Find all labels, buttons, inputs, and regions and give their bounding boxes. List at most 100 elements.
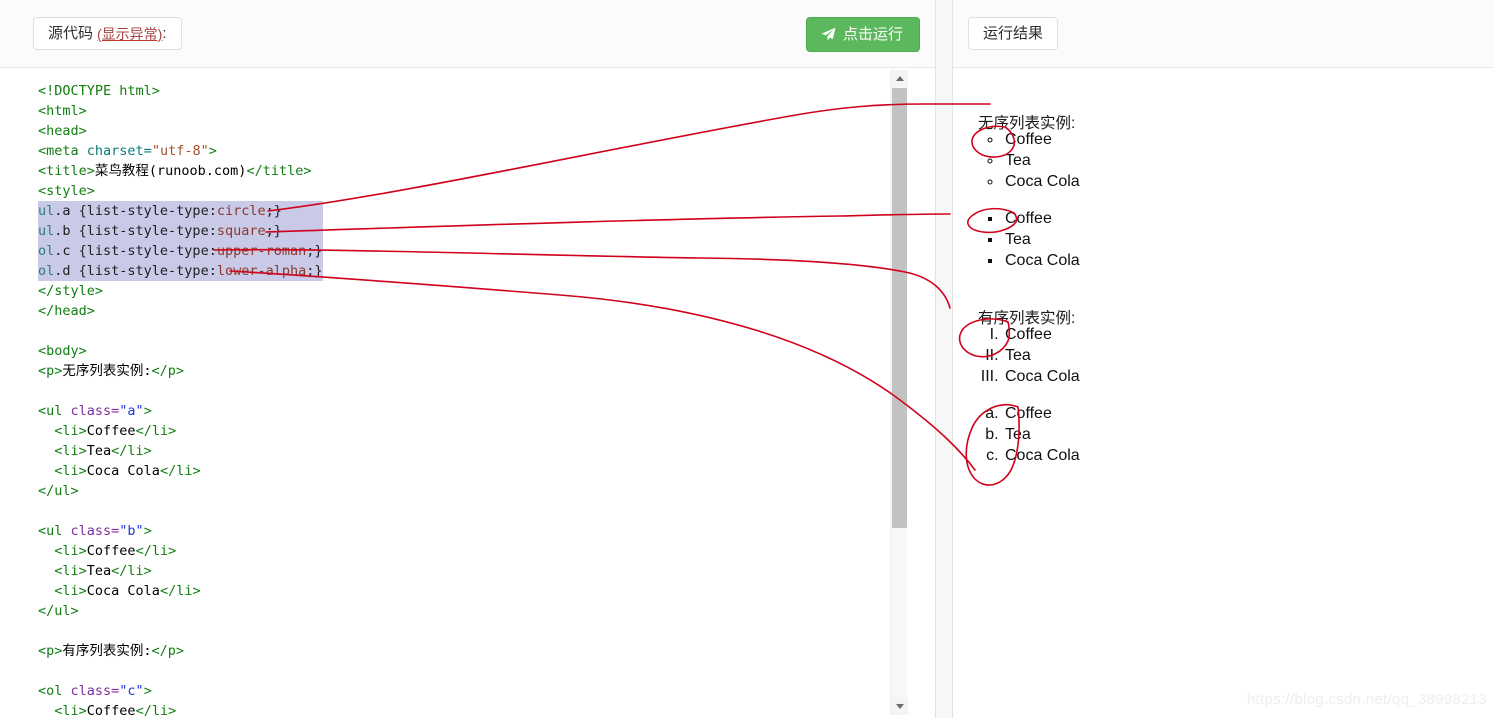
code-token: </head> xyxy=(38,303,95,319)
list-item: Coca Cola xyxy=(1003,250,1080,271)
code-line[interactable]: </head> xyxy=(38,301,323,321)
code-line[interactable]: <li>Coca Cola</li> xyxy=(38,461,323,481)
code-line[interactable]: <style> xyxy=(38,181,323,201)
code-token: <li> xyxy=(54,423,87,439)
code-line[interactable]: ul.a {list-style-type:circle;} xyxy=(38,201,323,221)
unordered-list-circle: CoffeeTeaCoca Cola xyxy=(963,129,1080,192)
result-label-text: 运行结果 xyxy=(983,25,1044,42)
code-token: <p> xyxy=(38,643,63,659)
list-item: Coffee xyxy=(1003,129,1080,150)
code-line[interactable] xyxy=(38,501,323,521)
ordered-list-upper-roman: CoffeeTeaCoca Cola xyxy=(963,324,1080,387)
code-token: <li> xyxy=(54,463,87,479)
list-item: Tea xyxy=(1003,424,1080,445)
code-scrollbar[interactable] xyxy=(890,70,908,715)
result-toolbar: 运行结果 xyxy=(953,0,1494,68)
code-token: ;} xyxy=(306,243,323,259)
code-token: "utf-8" xyxy=(151,143,209,159)
code-token: > xyxy=(143,683,152,699)
code-line[interactable] xyxy=(38,381,323,401)
code-token: <meta xyxy=(38,143,87,159)
code-token: </title> xyxy=(246,163,312,179)
code-token: > xyxy=(208,143,217,159)
code-token: "c" xyxy=(119,683,144,699)
paper-plane-icon xyxy=(821,27,836,42)
code-token: ul xyxy=(38,223,55,239)
run-button-label: 点击运行 xyxy=(843,26,904,43)
code-line[interactable]: <meta charset="utf-8"> xyxy=(38,141,323,161)
code-token: Coca Cola xyxy=(86,583,160,599)
source-code-label-text: 源代码 xyxy=(48,25,94,42)
code-line[interactable]: ol.d {list-style-type:lower-alpha;} xyxy=(38,261,323,281)
code-line[interactable]: <p>有序列表实例:</p> xyxy=(38,641,323,661)
code-playground: 源代码 (显示异常) : 点击运行 <!DOCTYPE html> <html> <… xyxy=(0,0,1494,718)
code-token: <li> xyxy=(54,543,87,559)
code-token: upper-roman xyxy=(216,243,307,259)
code-token: <head> xyxy=(38,123,87,139)
source-code-panel: 源代码 (显示异常) : 点击运行 <!DOCTYPE html> <html> <… xyxy=(0,0,936,718)
code-line[interactable] xyxy=(38,621,323,641)
display-abnormal-note: (显示异常) xyxy=(97,25,163,42)
code-token: 菜鸟教程(runoob.com) xyxy=(94,163,247,179)
scrollbar-thumb[interactable] xyxy=(892,88,907,528)
code-line[interactable]: <ul class="b"> xyxy=(38,521,323,541)
code-token: ;} xyxy=(306,263,323,279)
code-token: <li> xyxy=(54,443,87,459)
code-token: > xyxy=(143,403,152,419)
code-text[interactable]: <!DOCTYPE html> <html> <head> <meta charset… xyxy=(38,81,323,718)
code-token: 有序列表实例: xyxy=(62,643,152,659)
code-token: <ul xyxy=(38,523,71,539)
code-token: <ul xyxy=(38,403,71,419)
code-line[interactable]: ol.c {list-style-type:upper-roman;} xyxy=(38,241,323,261)
code-token: lower-alpha xyxy=(216,263,307,279)
code-token: circle xyxy=(216,203,266,219)
code-line[interactable]: <head> xyxy=(38,121,323,141)
code-token: .b {list-style-type: xyxy=(54,223,217,239)
code-line[interactable]: <ol class="c"> xyxy=(38,681,323,701)
scroll-up-arrow-icon[interactable] xyxy=(891,70,908,87)
code-line[interactable]: <!DOCTYPE html> xyxy=(38,81,323,101)
code-token: <ol xyxy=(38,683,71,699)
code-line[interactable]: </ul> xyxy=(38,481,323,501)
code-line[interactable]: <li>Tea</li> xyxy=(38,561,323,581)
code-line[interactable]: <html> xyxy=(38,101,323,121)
code-token: "a" xyxy=(119,403,144,419)
list-item: Tea xyxy=(1003,229,1080,250)
code-editor[interactable]: <!DOCTYPE html> <html> <head> <meta charset… xyxy=(18,69,918,718)
source-toolbar: 源代码 (显示异常) : 点击运行 xyxy=(0,0,935,68)
code-line[interactable]: <li>Tea</li> xyxy=(38,441,323,461)
code-line[interactable]: </ul> xyxy=(38,601,323,621)
code-token: </li> xyxy=(135,543,177,559)
code-line[interactable]: <p>无序列表实例:</p> xyxy=(38,361,323,381)
code-line[interactable]: <ul class="a"> xyxy=(38,401,323,421)
code-token: </p> xyxy=(151,363,185,379)
panel-divider xyxy=(936,0,952,718)
code-line[interactable]: ul.b {list-style-type:square;} xyxy=(38,221,323,241)
run-button[interactable]: 点击运行 xyxy=(806,17,921,52)
code-token: </li> xyxy=(135,703,177,718)
code-line[interactable] xyxy=(38,321,323,341)
code-line[interactable]: <li>Coffee</li> xyxy=(38,701,323,718)
code-line[interactable]: </style> xyxy=(38,281,323,301)
scroll-down-arrow-icon[interactable] xyxy=(891,698,908,715)
code-token: <li> xyxy=(54,583,87,599)
code-line[interactable]: <body> xyxy=(38,341,323,361)
list-item: Coca Cola xyxy=(1003,445,1080,466)
code-token: class= xyxy=(70,403,120,419)
code-line[interactable]: <li>Coca Cola</li> xyxy=(38,581,323,601)
code-token: </li> xyxy=(135,423,177,439)
code-token: 无序列表实例: xyxy=(62,363,152,379)
code-token: <!DOCTYPE html> xyxy=(38,83,160,99)
code-token: <li> xyxy=(54,563,87,579)
ordered-list-lower-alpha: CoffeeTeaCoca Cola xyxy=(963,403,1080,466)
code-line[interactable]: <li>Coffee</li> xyxy=(38,421,323,441)
code-line[interactable]: <title>菜鸟教程(runoob.com)</title> xyxy=(38,161,323,181)
code-line[interactable]: <li>Coffee</li> xyxy=(38,541,323,561)
code-line[interactable] xyxy=(38,661,323,681)
